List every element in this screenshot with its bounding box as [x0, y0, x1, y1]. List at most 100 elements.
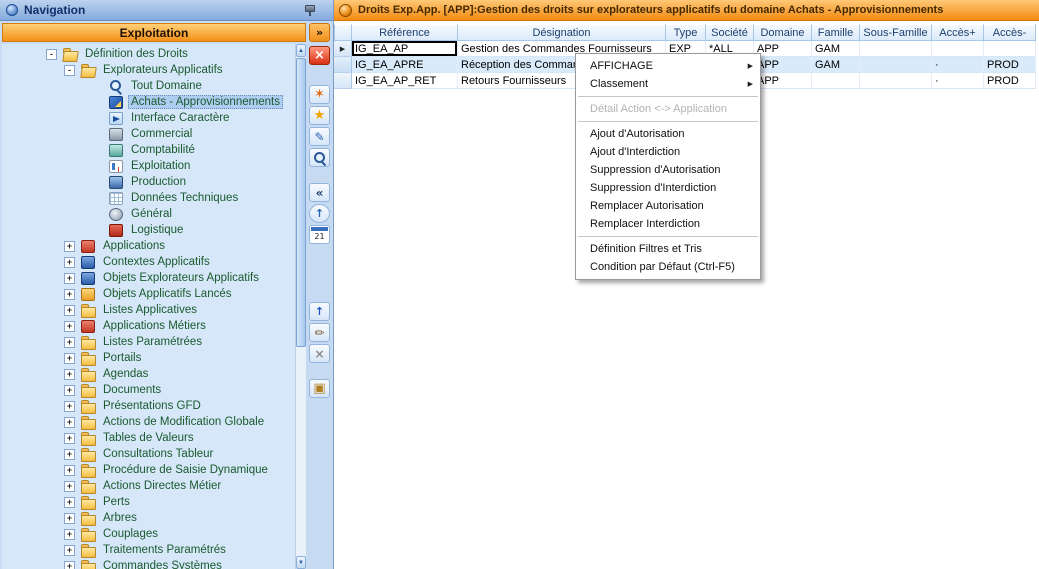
tree-item[interactable]: + Listes Paramétrées — [2, 334, 295, 350]
grid-cell[interactable]: · — [932, 73, 984, 89]
tree-expander[interactable]: + — [64, 529, 75, 540]
tree-item[interactable]: + Procédure de Saisie Dynamique — [2, 462, 295, 478]
grid-cell[interactable]: APP — [754, 57, 812, 73]
brush-button[interactable]: ✏ — [309, 323, 330, 342]
tree-expander[interactable]: + — [64, 321, 75, 332]
grid-cell[interactable] — [812, 73, 860, 89]
tree-item[interactable]: + Traitements Paramétrés — [2, 542, 295, 558]
tree-expander[interactable]: + — [64, 369, 75, 380]
grid-cell[interactable]: · — [932, 57, 984, 73]
tree-item[interactable]: Interface Caractère — [2, 110, 295, 126]
tree-item[interactable]: Logistique — [2, 222, 295, 238]
tree-item[interactable]: - Définition des Droits — [2, 46, 295, 62]
column-header[interactable]: Référence — [352, 24, 458, 41]
grid-cell[interactable]: IG_EA_APRE — [352, 57, 458, 73]
tree-item[interactable]: Exploitation — [2, 158, 295, 174]
tree-item[interactable]: Données Techniques — [2, 190, 295, 206]
column-header[interactable]: Famille — [812, 24, 860, 41]
row-header-cell[interactable] — [334, 57, 352, 73]
tree-item[interactable]: Achats - Approvisionnements — [2, 94, 295, 110]
tree-item[interactable]: + Actions Directes Métier — [2, 478, 295, 494]
tree-item[interactable]: + Agendas — [2, 366, 295, 382]
menu-item[interactable]: Définition Filtres et Tris — [576, 240, 760, 258]
tree-item[interactable]: + Présentations GFD — [2, 398, 295, 414]
menu-item[interactable]: AFFICHAGE ▶ — [576, 57, 760, 75]
tree-expander[interactable]: + — [64, 513, 75, 524]
grid-cell[interactable] — [860, 73, 932, 89]
column-header[interactable]: Type — [666, 24, 706, 41]
tree-item[interactable]: + Perts — [2, 494, 295, 510]
tree-item[interactable]: + Contextes Applicatifs — [2, 254, 295, 270]
tree-expander[interactable]: + — [64, 497, 75, 508]
menu-item[interactable]: Ajout d'Autorisation — [576, 125, 760, 143]
up-circle-button[interactable]: ↑ — [309, 204, 330, 223]
menu-item[interactable]: Classement ▶ — [576, 75, 760, 93]
grid-cell[interactable] — [860, 41, 932, 57]
grid-cell[interactable] — [932, 41, 984, 57]
column-header[interactable]: Désignation — [458, 24, 666, 41]
menu-item[interactable]: Suppression d'Autorisation — [576, 161, 760, 179]
collapse-left-button[interactable]: « — [309, 183, 330, 202]
menu-item[interactable]: Remplacer Autorisation — [576, 197, 760, 215]
search-button[interactable] — [309, 148, 330, 167]
close-button[interactable]: × — [309, 46, 330, 65]
scroll-down-button[interactable]: ▼ — [296, 556, 306, 569]
tree-item[interactable]: + Applications — [2, 238, 295, 254]
tree-item[interactable]: + Applications Métiers — [2, 318, 295, 334]
tree-item[interactable]: Tout Domaine — [2, 78, 295, 94]
column-header[interactable]: Société — [706, 24, 754, 41]
tree-expander[interactable]: + — [64, 545, 75, 556]
scrollbar-track[interactable] — [296, 57, 306, 556]
tree-item[interactable]: + Tables de Valeurs — [2, 430, 295, 446]
grid-cell[interactable]: GAM — [812, 57, 860, 73]
tree-expander[interactable]: + — [64, 561, 75, 569]
tree-expander[interactable]: - — [46, 49, 57, 60]
grid-cell[interactable] — [860, 57, 932, 73]
menu-item[interactable]: Ajout d'Interdiction — [576, 143, 760, 161]
delete-button[interactable]: × — [309, 344, 330, 363]
grid-cell[interactable]: GAM — [812, 41, 860, 57]
tree-item[interactable]: Commercial — [2, 126, 295, 142]
tree-expander[interactable]: + — [64, 417, 75, 428]
grid-cell[interactable]: APP — [754, 73, 812, 89]
scroll-up-button[interactable]: ▲ — [296, 44, 306, 57]
row-header-cell[interactable]: ▶ — [334, 41, 352, 57]
tree-item[interactable]: Production — [2, 174, 295, 190]
menu-item[interactable]: Condition par Défaut (Ctrl-F5) — [576, 258, 760, 276]
tree-expander[interactable]: + — [64, 465, 75, 476]
tree-item[interactable]: + Portails — [2, 350, 295, 366]
column-header[interactable]: Sous-Famille — [860, 24, 932, 41]
tree-expander[interactable]: + — [64, 433, 75, 444]
calendar-button[interactable]: 21 — [309, 225, 330, 244]
tree-expander[interactable]: + — [64, 337, 75, 348]
grid-cell[interactable]: IG_EA_AP — [352, 41, 458, 57]
tree-expander[interactable]: + — [64, 273, 75, 284]
grid-cell[interactable]: APP — [754, 41, 812, 57]
tree-item[interactable]: + Arbres — [2, 510, 295, 526]
tree-item[interactable]: + Listes Applicatives — [2, 302, 295, 318]
tree-item[interactable]: - Explorateurs Applicatifs — [2, 62, 295, 78]
collapse-pane-button[interactable]: » — [309, 23, 330, 42]
pinwheel-button[interactable]: ✶ — [309, 85, 330, 104]
tree-item[interactable]: + Documents — [2, 382, 295, 398]
tree-expander[interactable]: + — [64, 257, 75, 268]
tree-item[interactable]: + Commandes Systèmes — [2, 558, 295, 569]
tree-item[interactable]: + Actions de Modification Globale — [2, 414, 295, 430]
column-header[interactable]: Accès+ — [932, 24, 984, 41]
column-header[interactable]: Accès- — [984, 24, 1036, 41]
tree-item[interactable]: + Couplages — [2, 526, 295, 542]
tree-expander[interactable]: + — [64, 353, 75, 364]
tree-expander[interactable]: + — [64, 385, 75, 396]
tree-item[interactable]: + Objets Explorateurs Applicatifs — [2, 270, 295, 286]
tree-expander[interactable]: + — [64, 449, 75, 460]
tree-item[interactable]: + Consultations Tableur — [2, 446, 295, 462]
tree-expander[interactable]: + — [64, 289, 75, 300]
tree-expander[interactable]: + — [64, 305, 75, 316]
tree-scrollbar[interactable]: ▲ ▼ — [295, 44, 306, 569]
package-button[interactable]: ▣ — [309, 379, 330, 398]
grid-cell[interactable]: PROD — [984, 73, 1036, 89]
edit-button[interactable]: ✎ — [309, 127, 330, 146]
grid-corner-cell[interactable] — [334, 24, 352, 41]
tree-expander[interactable]: - — [64, 65, 75, 76]
tree-item[interactable]: + Objets Applicatifs Lancés — [2, 286, 295, 302]
